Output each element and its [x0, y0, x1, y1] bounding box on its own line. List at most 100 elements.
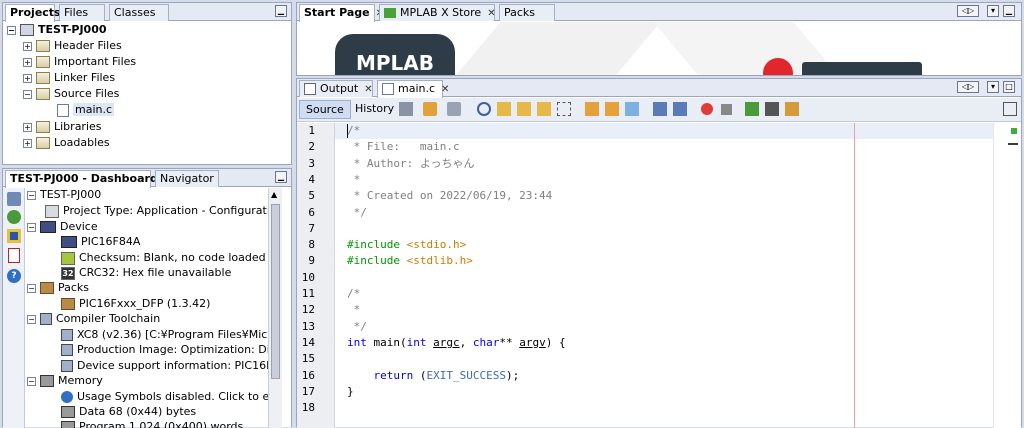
data-memory-row: Data 68 (0x44) bytes	[61, 404, 196, 420]
tab-list-button[interactable]: ▾	[987, 81, 999, 93]
tree-item-important-files[interactable]: + Important Files	[23, 54, 136, 70]
find-previous-icon[interactable]	[497, 102, 511, 116]
history-tab-button[interactable]: History	[349, 100, 400, 119]
wrench-icon[interactable]	[7, 192, 21, 206]
tree-item-header-files[interactable]: + Header Files	[23, 38, 122, 54]
mplab-logo: MPLAB	[335, 34, 455, 75]
close-icon[interactable]: ✕	[441, 84, 449, 95]
folder-icon	[36, 88, 50, 100]
tab-main-c[interactable]: main.c ✕	[377, 80, 449, 98]
compiler-toolchain-node[interactable]: − Compiler Toolchain	[27, 311, 160, 327]
find-icon[interactable]	[477, 102, 491, 116]
tab-packs[interactable]: Packs	[499, 4, 555, 21]
tab-start-page[interactable]: Start Page✕	[299, 4, 384, 22]
start-macro-icon[interactable]	[701, 103, 713, 115]
device-node[interactable]: − Device	[27, 219, 98, 235]
minimize-window-button[interactable]: ▁	[275, 171, 287, 183]
chip-icon[interactable]	[7, 229, 21, 243]
tree-item-loadables[interactable]: + Loadables	[23, 135, 110, 151]
start-tabbar: Start Page✕ MPLAB X Store✕ Packs ◁▷ ▾ ▁	[297, 3, 1021, 22]
usage-symbols-row[interactable]: Usage Symbols disabled. Click to enable	[61, 389, 268, 405]
source-tab-button[interactable]: Source	[299, 100, 351, 119]
refresh-icon[interactable]	[7, 210, 21, 224]
tree-item-source-files[interactable]: − Source Files	[23, 86, 119, 102]
back-icon[interactable]	[423, 102, 437, 116]
project-type-row: Project Type: Application - Configuratio…	[45, 203, 268, 219]
previous-bookmark-icon[interactable]	[585, 102, 599, 116]
expand-icon[interactable]: +	[23, 73, 32, 83]
hammer-icon	[40, 313, 52, 325]
collapse-icon[interactable]: −	[27, 222, 36, 232]
expand-icon[interactable]: +	[23, 57, 32, 67]
code-area[interactable]: 1/* 2 * File: main.c 3 * Author: よっちゃん 4…	[297, 123, 993, 428]
minimize-window-button[interactable]: ▁	[275, 5, 287, 17]
tab-projects[interactable]: Projects	[5, 4, 61, 22]
tree-item-linker-files[interactable]: + Linker Files	[23, 70, 115, 86]
maximize-window-button[interactable]: □	[1003, 81, 1015, 93]
tree-item-libraries[interactable]: + Libraries	[23, 119, 102, 135]
folder-icon	[36, 72, 50, 84]
start-page-content: MPLAB	[297, 22, 1021, 75]
tab-classes[interactable]: Classes	[109, 4, 169, 21]
pdf-icon[interactable]	[8, 248, 20, 263]
memory-node[interactable]: − Memory	[27, 373, 103, 389]
collapse-icon[interactable]: −	[27, 190, 36, 200]
dashboard-scrollbar[interactable]: ▲	[268, 188, 282, 428]
tab-navigator[interactable]: Navigator	[155, 170, 219, 187]
close-icon[interactable]: ✕	[487, 8, 495, 19]
forward-icon[interactable]	[447, 102, 461, 116]
checksum-icon	[61, 251, 75, 265]
include-stdio: #include <stdio.h>	[347, 238, 467, 252]
tab-files[interactable]: Files	[59, 4, 105, 21]
collapse-icon[interactable]: −	[27, 376, 36, 386]
expand-icon[interactable]: +	[23, 122, 32, 132]
collapse-icon[interactable]: −	[7, 25, 16, 35]
pack-row: PIC16Fxxx_DFP (1.3.42)	[61, 296, 210, 312]
find-next-icon[interactable]	[517, 102, 531, 116]
next-bookmark-icon[interactable]	[605, 102, 619, 116]
shift-left-icon[interactable]	[653, 102, 667, 116]
scroll-thumb[interactable]	[271, 204, 280, 379]
folder-icon	[36, 137, 50, 149]
help-icon[interactable]: ?	[7, 269, 21, 283]
device-support-row: Device support information: PIC16Fxxx_DF…	[61, 358, 268, 374]
minimize-window-button[interactable]: ▁	[1003, 5, 1015, 17]
stop-macro-icon[interactable]	[721, 104, 732, 115]
last-edit-icon[interactable]	[399, 102, 413, 116]
c-file-icon	[57, 103, 69, 117]
uncomment-icon[interactable]	[765, 102, 779, 116]
collapse-icon[interactable]: −	[23, 89, 32, 99]
tab-dashboard[interactable]: TEST-PJ000 - Dashboard✕	[5, 170, 172, 188]
expand-icon[interactable]: +	[23, 138, 32, 148]
tree-root[interactable]: − TEST-PJ000	[7, 22, 107, 38]
crc32-icon: 32	[61, 266, 75, 280]
scroll-tabs-button[interactable]: ◁▷	[957, 81, 979, 93]
folder-icon	[36, 121, 50, 133]
comment-icon[interactable]	[745, 102, 759, 116]
dashboard-side-toolbar: ?	[3, 188, 25, 428]
c-file-icon	[382, 83, 394, 95]
close-icon[interactable]: ✕	[364, 84, 372, 95]
toggle-bookmark-icon[interactable]	[625, 102, 639, 116]
tab-list-button[interactable]: ▾	[987, 5, 999, 17]
shift-right-icon[interactable]	[673, 102, 687, 116]
dashboard-panel: TEST-PJ000 - Dashboard✕ Navigator ▁ ? −T…	[2, 168, 292, 428]
collapse-icon[interactable]: −	[27, 283, 36, 293]
scroll-up-icon[interactable]: ▲	[271, 190, 277, 199]
projects-tabbar: Projects Files Classes ▁	[3, 3, 291, 22]
tab-output[interactable]: Output ✕	[299, 80, 373, 97]
start-page-panel: Start Page✕ MPLAB X Store✕ Packs ◁▷ ▾ ▁ …	[296, 2, 1022, 76]
error-stripe	[993, 123, 1021, 428]
editor-panel: Output✕ main.c✕ ◁▷ ▾ □ Source History	[296, 78, 1022, 428]
scroll-tabs-left-button[interactable]: ◁▷	[957, 5, 979, 17]
expand-icon[interactable]: +	[23, 41, 32, 51]
tab-mplab-x-store[interactable]: MPLAB X Store ✕	[379, 4, 496, 21]
toggle-highlight-icon[interactable]	[557, 102, 571, 116]
find-selection-icon[interactable]	[537, 102, 551, 116]
packs-node[interactable]: − Packs	[27, 280, 89, 296]
collapse-icon[interactable]: −	[27, 314, 36, 324]
tree-item-main-c[interactable]: main.c	[57, 102, 115, 118]
dashboard-root[interactable]: − TEST-PJ000	[27, 188, 101, 203]
split-editor-icon[interactable]	[1003, 102, 1017, 116]
format-icon[interactable]	[785, 102, 799, 116]
